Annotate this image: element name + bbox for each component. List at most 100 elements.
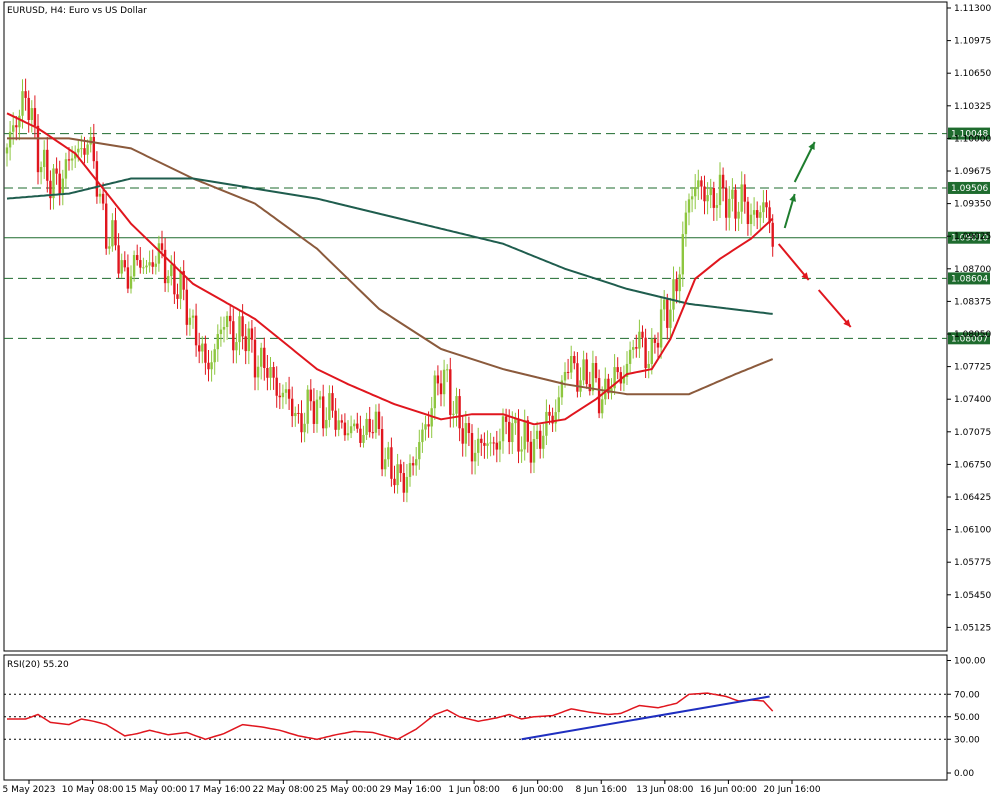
- candle-body: [737, 211, 740, 219]
- candle-body: [396, 464, 399, 486]
- candle-body: [442, 369, 446, 395]
- candle-body: [591, 363, 595, 392]
- candle-body: [746, 201, 750, 224]
- candle-body: [15, 125, 18, 128]
- candle-body: [452, 413, 455, 415]
- candle-body: [253, 339, 257, 378]
- candle-body: [92, 136, 95, 162]
- candle-body: [563, 371, 567, 381]
- candle-body: [238, 316, 241, 343]
- rsi-title: RSI(20) 55.20: [7, 660, 69, 670]
- candle-body: [548, 411, 551, 416]
- time-tick-label: 8 Jun 16:00: [576, 785, 628, 795]
- candle-body: [663, 299, 666, 310]
- candle-body: [477, 438, 480, 453]
- candle-body: [247, 328, 250, 352]
- candle-body: [492, 442, 495, 444]
- candle-body: [511, 423, 514, 443]
- candle-body: [235, 342, 238, 351]
- candle-body: [36, 125, 40, 173]
- candle-body: [272, 367, 275, 378]
- candle-body: [703, 186, 706, 202]
- candle-body: [734, 189, 737, 219]
- candle-body: [198, 345, 201, 352]
- candle-body: [666, 299, 669, 328]
- candle-body: [167, 276, 170, 284]
- candle-body: [291, 398, 294, 417]
- candle-body: [718, 174, 722, 206]
- candle-body: [520, 449, 523, 452]
- candle-body: [312, 401, 316, 424]
- candle-body: [306, 389, 309, 424]
- candle-body: [132, 255, 136, 277]
- candle-body: [129, 276, 133, 289]
- time-tick-label: 13 Jun 08:00: [636, 785, 693, 795]
- price-tick-label: 1.06100: [954, 526, 991, 536]
- candle-body: [532, 438, 536, 463]
- candle-body: [418, 442, 421, 460]
- candle-body: [21, 91, 24, 116]
- price-tick-label: 1.10325: [954, 102, 991, 112]
- price-tick-label: 1.06750: [954, 460, 991, 470]
- candle-body: [399, 464, 402, 474]
- candle-body: [545, 411, 548, 436]
- candle-body: [105, 203, 108, 249]
- candle-body: [616, 367, 619, 373]
- candle-body: [638, 331, 641, 349]
- candle-body: [101, 193, 105, 204]
- candle-body: [449, 369, 452, 415]
- candle-body: [334, 410, 337, 430]
- price-tick-label: 1.05125: [954, 623, 991, 633]
- candle-body: [322, 396, 325, 429]
- price-tick-label: 1.07400: [954, 395, 991, 405]
- candle-body: [170, 264, 173, 277]
- candle-body: [120, 260, 123, 274]
- candle-body: [650, 339, 653, 364]
- candle-body: [222, 326, 226, 330]
- candle-body: [151, 262, 154, 267]
- time-tick-label: 6 Jun 00:00: [512, 785, 564, 795]
- candle-body: [30, 108, 33, 121]
- candle-body: [207, 362, 210, 370]
- candle-body: [749, 214, 753, 224]
- candle-body: [365, 418, 368, 435]
- candle-body: [89, 136, 92, 145]
- candle-body: [300, 413, 303, 433]
- candle-body: [508, 421, 511, 443]
- candle-body: [501, 416, 505, 442]
- rsi-tick-label: 70.00: [954, 690, 980, 700]
- candle-body: [331, 393, 334, 411]
- candle-body: [98, 193, 102, 197]
- candle-body: [424, 424, 427, 430]
- candle-body: [411, 463, 415, 466]
- candle-body: [328, 393, 331, 420]
- candle-body: [678, 274, 681, 292]
- candle-body: [275, 377, 278, 396]
- candle-body: [390, 447, 393, 479]
- candle-body: [715, 205, 719, 208]
- candle-body: [123, 260, 126, 268]
- candle-body: [213, 349, 216, 363]
- candle-body: [439, 383, 443, 395]
- candle-body: [173, 264, 176, 295]
- candle-body: [601, 399, 604, 414]
- candle-body: [201, 343, 204, 352]
- candle-body: [762, 202, 765, 213]
- candle-body: [470, 433, 474, 462]
- candle-body: [421, 429, 424, 443]
- candle-body: [393, 478, 396, 486]
- chart-background: [0, 0, 1000, 800]
- candle-body: [58, 173, 61, 195]
- candle-body: [349, 426, 353, 434]
- candle-body: [281, 392, 285, 398]
- candle-body: [315, 399, 319, 424]
- candle-body: [188, 317, 192, 325]
- candle-body: [384, 459, 387, 470]
- candle-body: [46, 149, 49, 181]
- price-tick-label: 1.10975: [954, 37, 991, 47]
- candle-body: [77, 148, 80, 153]
- time-tick-label: 22 May 08:00: [252, 785, 314, 795]
- candle-body: [436, 375, 440, 384]
- candle-body: [266, 368, 269, 378]
- candle-body: [464, 423, 467, 444]
